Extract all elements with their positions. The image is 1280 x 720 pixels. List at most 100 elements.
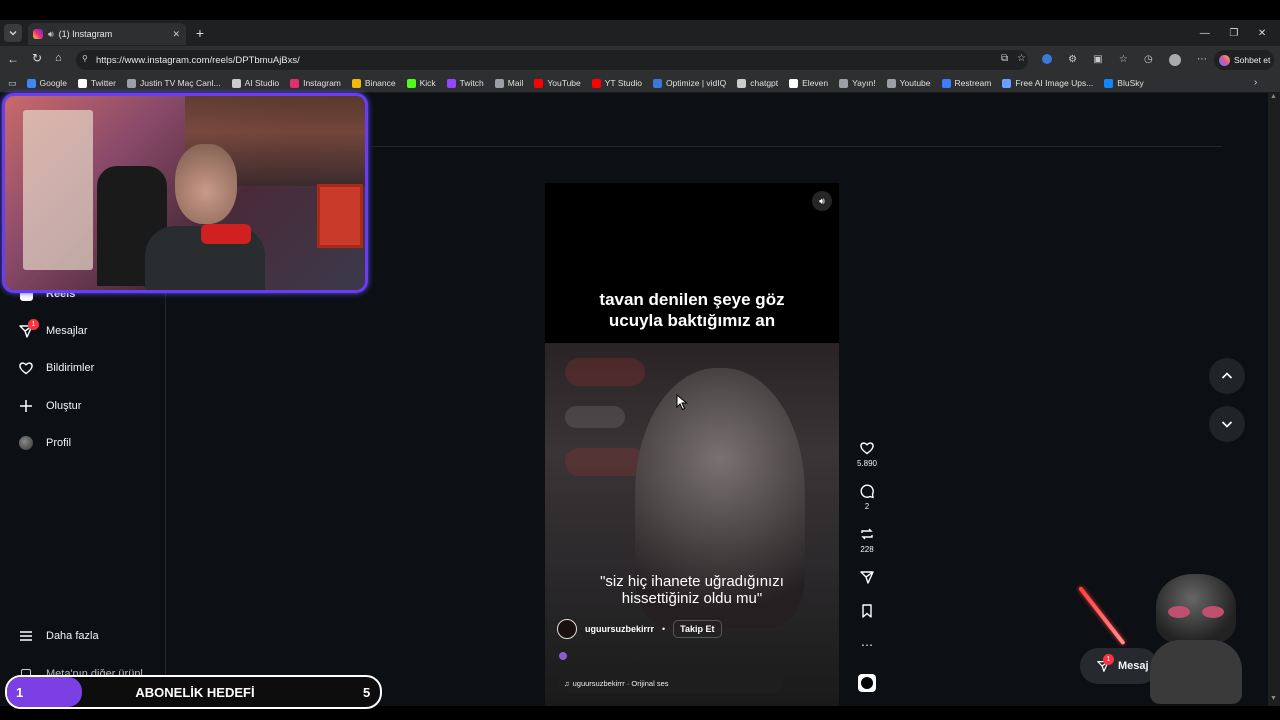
puzzle-icon[interactable]: ⚙ (1068, 54, 1077, 68)
like-button[interactable]: 5.890 (853, 440, 881, 468)
plus-icon (18, 398, 34, 414)
sidebar-item-create[interactable]: Oluştur (18, 395, 81, 417)
bookmark-item[interactable]: Mail (494, 78, 524, 88)
home-icon[interactable]: ⌂ (55, 52, 62, 64)
bookmark-item[interactable]: YouTube (534, 78, 581, 88)
bookmark-item[interactable]: Youtube (886, 78, 931, 88)
bookmark-label: chatgpt (750, 78, 779, 88)
sidebar-item-messages[interactable]: 1 Mesajlar (18, 319, 88, 342)
author-username[interactable]: uguursuzbekirrr (585, 624, 654, 634)
bookmark-label: YT Studio (604, 78, 642, 88)
follow-button[interactable]: Takip Et (673, 620, 722, 638)
mute-button[interactable]: 🔊︎ (812, 191, 832, 211)
bookmark-item[interactable]: Eleven (789, 78, 828, 88)
bookmark-star-icon[interactable]: ☆ (1017, 53, 1026, 64)
tab-instagram[interactable]: 🔊︎ (1) Instagram ✕ (28, 23, 186, 45)
reload-icon[interactable]: ↻ (32, 51, 42, 65)
author-avatar[interactable] (557, 619, 577, 639)
bookmark-favicon-icon (446, 78, 456, 88)
open-in-app-icon[interactable]: ⧉ (1001, 53, 1008, 64)
chevron-down-icon (1221, 421, 1233, 428)
scroll-up-arrow-icon[interactable]: ▲ (1270, 93, 1277, 100)
bookmark-item[interactable]: Google (26, 78, 67, 88)
previous-reel-button[interactable] (1209, 358, 1245, 394)
share-icon (860, 571, 874, 584)
favorites-icon[interactable]: ☆ (1119, 54, 1128, 68)
bookmark-item[interactable]: Twitter (77, 78, 116, 88)
bookmark-item[interactable]: Kick (406, 78, 436, 88)
bookmark-item[interactable]: Instagram (290, 78, 341, 88)
bookmark-item[interactable]: Twitch (446, 78, 484, 88)
bookmark-label: Twitter (90, 78, 116, 88)
sidebar-item-more[interactable]: Daha fazla (18, 625, 99, 647)
chevron-up-icon (1221, 372, 1233, 379)
sidebar-item-label: Oluştur (46, 400, 82, 412)
copilot-icon (1219, 54, 1230, 66)
bookmark-label: Eleven (802, 78, 829, 88)
scroll-down-arrow-icon[interactable]: ▼ (1270, 695, 1277, 702)
collections-icon[interactable]: ▭ (8, 78, 17, 89)
history-icon[interactable]: ◷ (1144, 54, 1153, 68)
bookmark-favicon-icon (839, 78, 849, 88)
comment-count: 2 (864, 502, 870, 511)
comment-button[interactable]: 2 (853, 483, 881, 511)
speaker-icon[interactable]: 🔊︎ (48, 29, 54, 40)
save-button[interactable] (853, 603, 881, 619)
subscription-goal-bar: 1 ABONELİK HEDEFİ 5 (5, 675, 382, 709)
bookmarks-overflow-icon[interactable]: › (1254, 77, 1257, 88)
emoji-dot-icon (559, 652, 567, 660)
page-scrollbar[interactable]: ▲ ▼ (1268, 93, 1280, 706)
music-note-icon: ♫ (564, 678, 570, 688)
mouse-cursor-icon (676, 394, 688, 411)
audio-pill[interactable]: ♫ uguursuzbekirrr · Orijinal ses (557, 673, 783, 693)
more-menu-icon[interactable]: ⋯ (1197, 54, 1207, 68)
bookmark-favicon-icon (494, 78, 504, 88)
back-icon[interactable]: ← (7, 52, 19, 66)
minimize-icon[interactable]: — (1200, 28, 1210, 39)
more-options-button[interactable]: ⋯ (853, 638, 881, 652)
bookmark-favicon-icon (231, 78, 241, 88)
bookmark-label: YouTube (547, 78, 581, 88)
close-tab-icon[interactable]: ✕ (172, 29, 180, 40)
bookmark-item[interactable]: Free AI Image Ups... (1002, 78, 1093, 88)
extension-icon[interactable] (1042, 54, 1052, 64)
bookmark-item[interactable]: AI Studio (231, 78, 279, 88)
tab-list-dropdown[interactable] (4, 24, 22, 42)
copilot-button[interactable]: Sohbet et (1214, 50, 1274, 70)
bookmark-item[interactable]: Binance (351, 78, 396, 88)
tab-strip: + — ❐ ✕ (0, 20, 1280, 46)
repost-button[interactable]: 228 (853, 526, 881, 554)
reel-video[interactable]: 🔊︎ tavan denilen şeye göz ucuyla baktığı… (545, 183, 839, 706)
bookmark-item[interactable]: BluSky (1104, 78, 1144, 88)
window-controls: — ❐ ✕ (1190, 23, 1276, 43)
next-reel-button[interactable] (1209, 406, 1245, 442)
url-text: https://www.instagram.com/reels/DPTbmuAj… (96, 54, 300, 66)
webcam-background-frame (317, 184, 363, 248)
audio-thumbnail[interactable] (858, 674, 876, 692)
bookmark-label: Mail (507, 78, 524, 88)
bookmark-label: Kick (419, 78, 436, 88)
site-info-icon[interactable]: ⚲ (82, 54, 88, 63)
address-bar[interactable]: ⚲ https://www.instagram.com/reels/DPTbmu… (76, 50, 1028, 70)
notification-badge: 1 (28, 319, 39, 330)
reel-actions: 5.890 2 228 ⋯ (853, 440, 881, 695)
audio-record-icon (861, 677, 873, 689)
profile-avatar[interactable] (1168, 54, 1181, 66)
share-button[interactable] (853, 569, 881, 585)
split-screen-icon[interactable]: ▣ (1093, 54, 1102, 68)
restore-icon[interactable]: ❐ (1229, 28, 1238, 39)
bookmark-item[interactable]: Restream (941, 78, 991, 88)
bookmark-item[interactable]: chatgpt (737, 78, 778, 88)
bookmark-label: Binance (364, 78, 396, 88)
sidebar-item-notifications[interactable]: Bildirimler (18, 357, 94, 379)
avatar (18, 435, 34, 451)
new-tab-button[interactable]: + (192, 25, 208, 41)
bookmark-item[interactable]: Yayın! (839, 78, 876, 88)
close-window-icon[interactable]: ✕ (1258, 28, 1266, 39)
webcam-microphone (201, 224, 251, 244)
sidebar-item-profile[interactable]: Profil (18, 432, 71, 454)
bookmark-item[interactable]: Optimize | vidIQ (652, 78, 726, 88)
bookmark-favicon-icon (941, 78, 951, 88)
bookmark-item[interactable]: Justin TV Maç Canl... (126, 78, 221, 88)
bookmark-item[interactable]: YT Studio (591, 78, 642, 88)
